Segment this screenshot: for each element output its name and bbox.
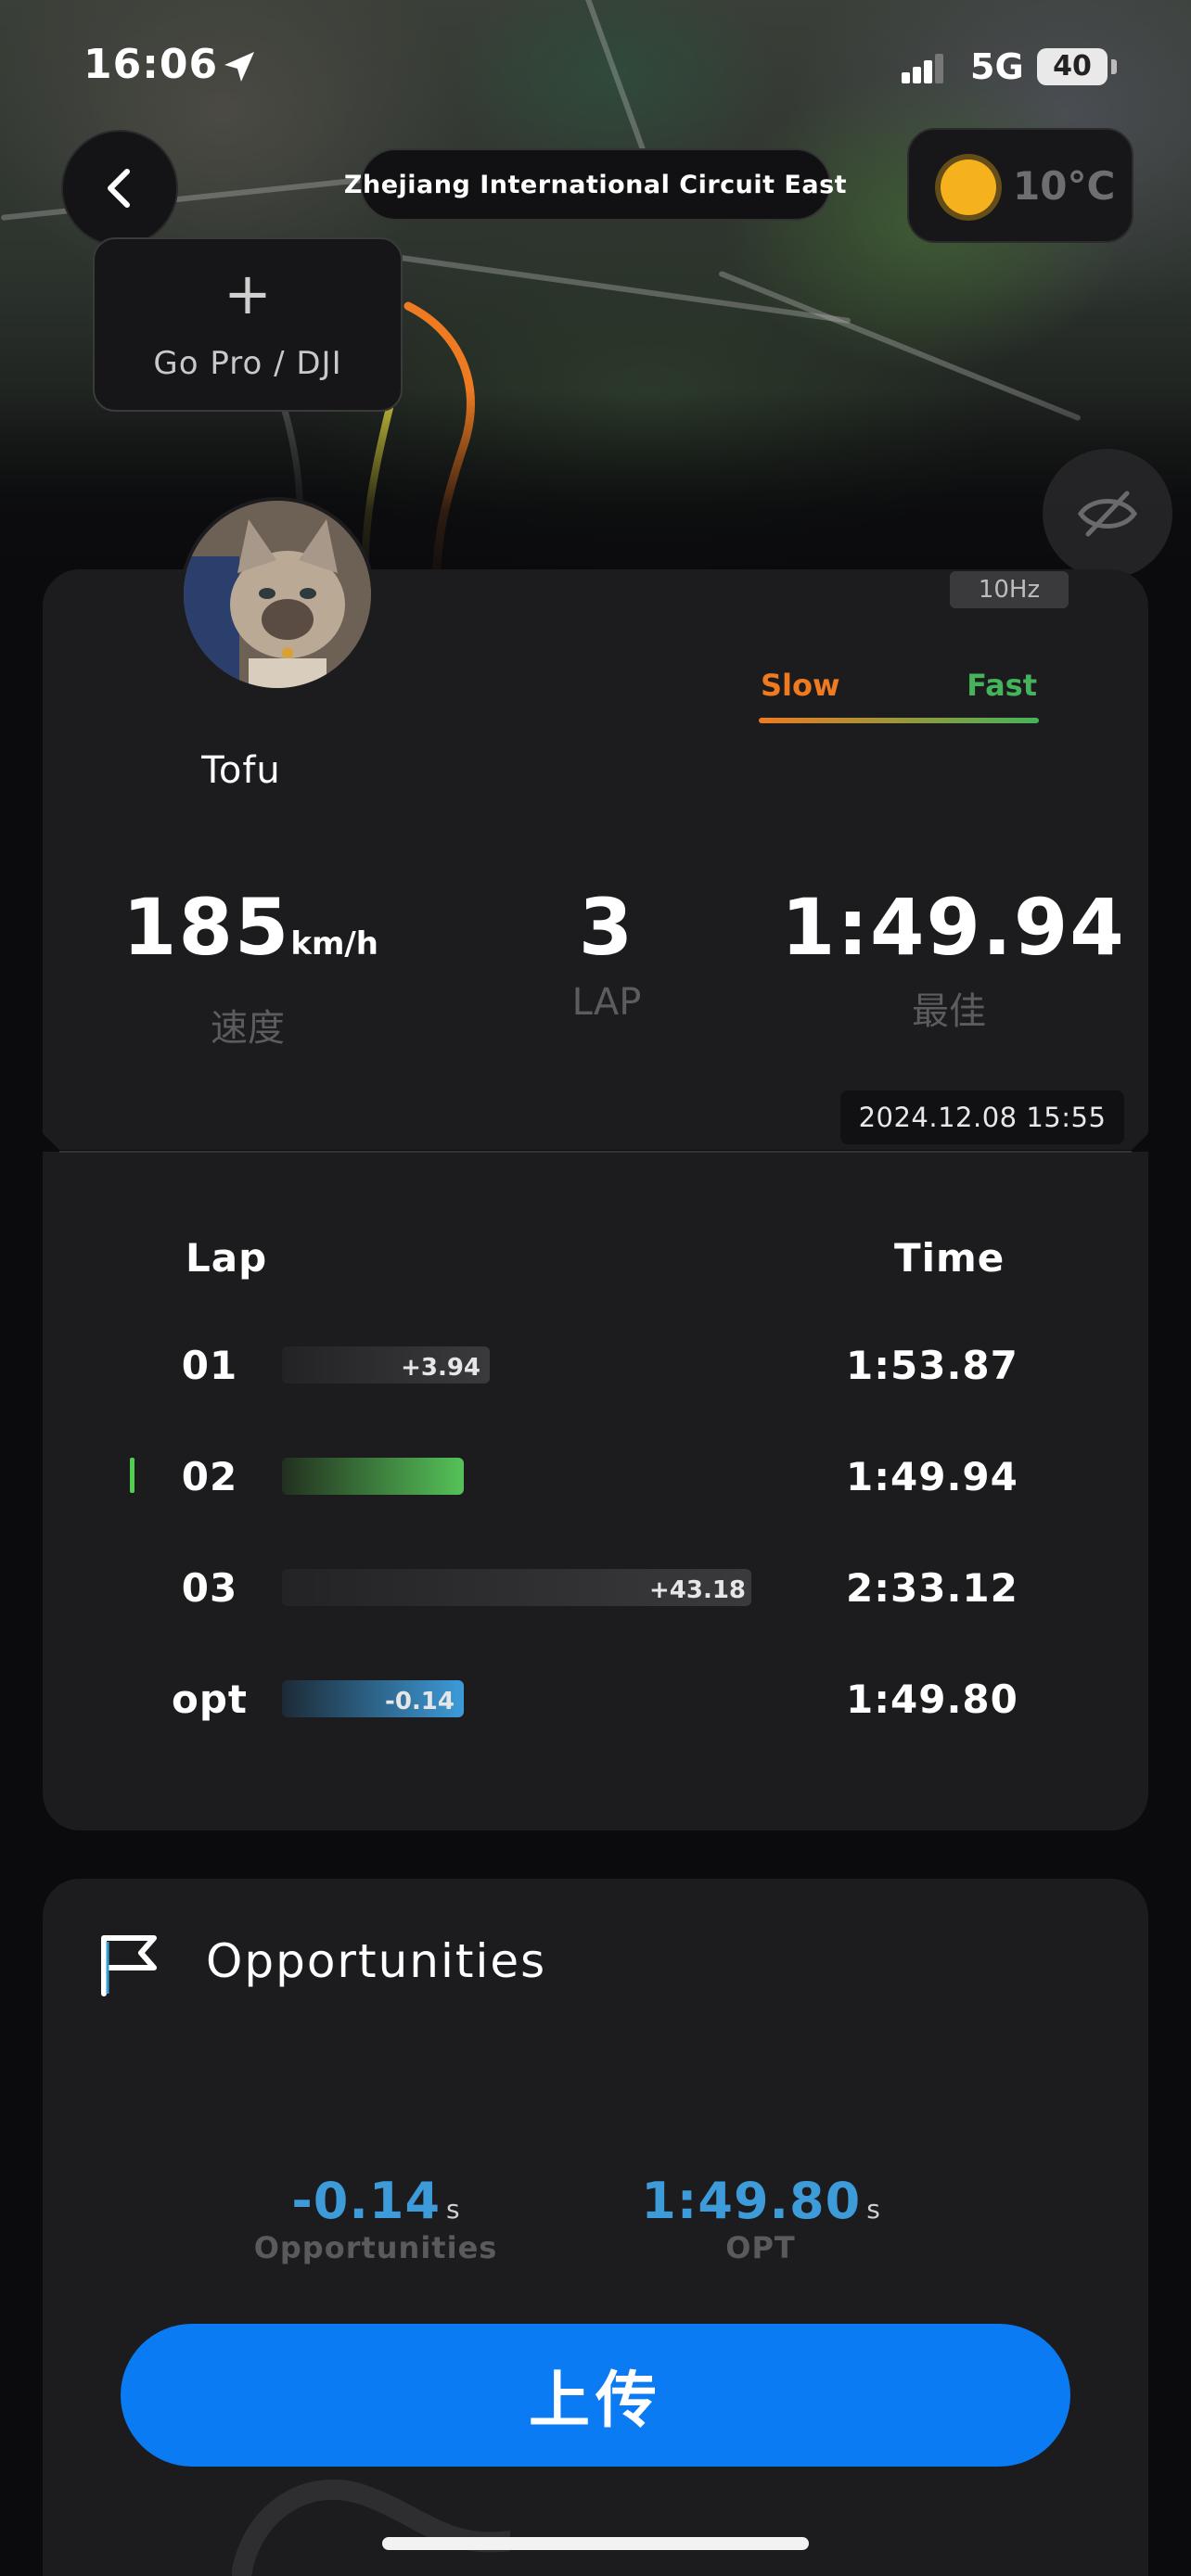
lap-time: 1:49.80 <box>846 1677 1018 1722</box>
chevron-left-icon <box>108 169 130 208</box>
speed-value: 185 <box>122 882 291 973</box>
add-camera-button[interactable]: + Go Pro / DJI <box>93 237 403 412</box>
cat-avatar-image <box>184 501 371 688</box>
lap-number: opt <box>172 1677 248 1722</box>
lap-time: 2:33.12 <box>846 1565 1018 1611</box>
laps-header-lap: Lap <box>186 1235 268 1281</box>
battery-icon: 40 <box>1037 48 1108 85</box>
session-date: 2024.12.08 15:55 <box>840 1090 1124 1144</box>
legend-fast-label: Fast <box>967 668 1037 703</box>
best-lap-marker <box>130 1458 134 1493</box>
home-indicator[interactable] <box>382 2537 809 2550</box>
lap-row[interactable]: 01 +3.94 1:53.87 <box>43 1330 1148 1404</box>
lap-row[interactable]: 03 +43.18 2:33.12 <box>43 1552 1148 1626</box>
opportunities-title: Opportunities <box>206 1934 547 1988</box>
lap-count-caption: LAP <box>571 981 642 1024</box>
lap-number: 03 <box>181 1565 238 1611</box>
best-lap-caption: 最佳 <box>912 990 986 1033</box>
track-outline-decoration <box>232 2479 510 2576</box>
lap-time: 1:53.87 <box>846 1343 1018 1388</box>
sample-rate-badge: 10Hz <box>950 571 1069 608</box>
status-time: 16:06 <box>83 41 219 88</box>
flag-icon <box>101 1935 157 1996</box>
cellular-signal-icon <box>902 54 944 83</box>
lap-delta-bar <box>282 1458 464 1495</box>
gain-unit: s <box>446 2194 460 2225</box>
eye-slash-icon <box>1077 491 1138 537</box>
stat-lap-count: 3 LAP <box>523 881 690 1024</box>
lap-row[interactable]: 02 1:49.94 <box>43 1441 1148 1515</box>
temperature: 10°C <box>1013 163 1116 209</box>
back-button[interactable] <box>61 130 178 247</box>
lap-number: 02 <box>181 1454 238 1499</box>
speed-caption: 速度 <box>211 1007 285 1050</box>
status-bar: 16:06 5G 40 <box>0 37 1191 96</box>
battery-cap <box>1111 59 1117 74</box>
lap-count-value: 3 <box>578 882 635 973</box>
sun-icon <box>941 159 996 215</box>
opportunity-gain: -0.14 s Opportunities <box>250 2172 501 2265</box>
best-lap-value: 1:49.94 <box>781 882 1126 973</box>
optimal-lap: 1:49.80 s OPT <box>631 2172 890 2265</box>
legend-slow-label: Slow <box>761 668 840 703</box>
opt-caption: OPT <box>725 2230 796 2265</box>
location-arrow-icon <box>224 52 254 82</box>
upload-button[interactable]: 上传 <box>121 2324 1070 2467</box>
laps-header-time: Time <box>894 1235 1005 1281</box>
plus-icon: + <box>224 260 272 327</box>
stat-speed: 185km/h 速度 <box>122 881 378 1052</box>
opt-value: 1:49.80 <box>641 2172 862 2230</box>
weather-badge: 10°C <box>907 128 1133 243</box>
legend-gradient-bar <box>759 718 1039 723</box>
circuit-name[interactable]: Zhejiang International Circuit East <box>344 148 847 221</box>
stat-best-lap: 1:49.94 最佳 <box>781 881 1126 1035</box>
lap-row[interactable]: opt -0.14 1:49.80 <box>43 1664 1148 1738</box>
lap-time: 1:49.94 <box>846 1454 1018 1499</box>
opt-unit: s <box>866 2194 880 2225</box>
lap-number: 01 <box>181 1343 238 1388</box>
speed-legend: Slow Fast <box>759 668 1039 727</box>
gain-value: -0.14 <box>291 2172 442 2230</box>
lap-delta: +43.18 <box>649 1576 747 1604</box>
lap-delta: +3.94 <box>401 1354 480 1382</box>
gain-caption: Opportunities <box>253 2230 498 2265</box>
network-type: 5G <box>970 46 1024 87</box>
avatar[interactable] <box>180 497 375 692</box>
speed-unit: km/h <box>290 925 379 963</box>
lap-delta: -0.14 <box>385 1688 455 1715</box>
username: Tofu <box>201 749 281 792</box>
add-camera-label: Go Pro / DJI <box>153 345 342 382</box>
hide-map-button[interactable] <box>1043 449 1172 579</box>
card-divider <box>59 1151 1132 1153</box>
